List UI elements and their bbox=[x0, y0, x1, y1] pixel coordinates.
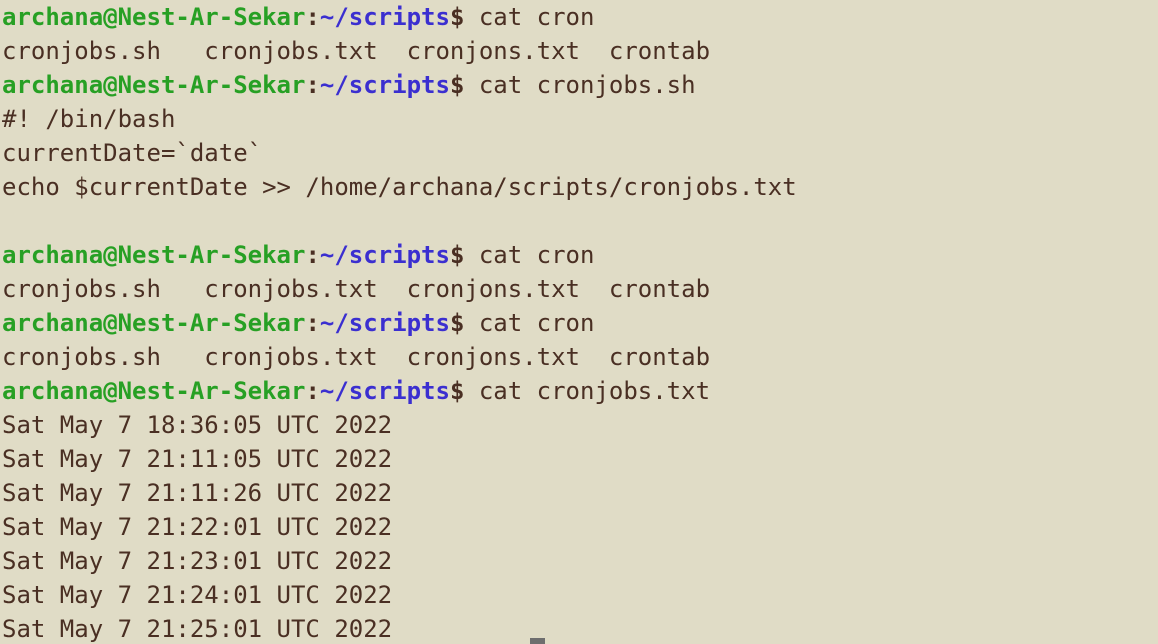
output-line: Sat May 7 21:11:26 UTC 2022 bbox=[2, 476, 1158, 510]
prompt-line: archana@Nest-Ar-Sekar:~/scripts$ cat cro… bbox=[2, 68, 1158, 102]
prompt-path: ~/scripts bbox=[319, 241, 450, 269]
prompt-symbol: $ bbox=[449, 71, 479, 99]
prompt-user-host: archana@Nest-Ar-Sekar bbox=[2, 309, 306, 337]
output-line: Sat May 7 21:25:01 UTC 2022 bbox=[2, 612, 1158, 644]
prompt-line: archana@Nest-Ar-Sekar:~/scripts$ cat cro… bbox=[2, 306, 1158, 340]
output-text: echo $currentDate >> /home/archana/scrip… bbox=[2, 173, 797, 201]
output-text: Sat May 7 21:24:01 UTC 2022 bbox=[2, 581, 393, 609]
prompt-path: ~/scripts bbox=[319, 71, 450, 99]
prompt-line: archana@Nest-Ar-Sekar:~/scripts$ cat cro… bbox=[2, 238, 1158, 272]
prompt-user-host: archana@Nest-Ar-Sekar bbox=[2, 71, 306, 99]
prompt-separator: : bbox=[305, 377, 320, 405]
prompt-user-host: archana@Nest-Ar-Sekar bbox=[2, 377, 306, 405]
output-text: Sat May 7 21:25:01 UTC 2022 bbox=[2, 615, 393, 643]
text-cursor bbox=[530, 638, 545, 644]
command-text: cat cronjobs.txt bbox=[478, 377, 711, 405]
prompt-symbol: $ bbox=[449, 377, 479, 405]
output-line: Sat May 7 21:22:01 UTC 2022 bbox=[2, 510, 1158, 544]
output-text: Sat May 7 21:22:01 UTC 2022 bbox=[2, 513, 393, 541]
output-text: cronjobs.sh cronjobs.txt cronjons.txt cr… bbox=[2, 275, 711, 303]
prompt-line: archana@Nest-Ar-Sekar:~/scripts$ cat cro… bbox=[2, 0, 1158, 34]
command-text: cat cron bbox=[478, 241, 595, 269]
prompt-symbol: $ bbox=[449, 241, 479, 269]
command-text: cat cron bbox=[478, 309, 595, 337]
output-line: Sat May 7 21:11:05 UTC 2022 bbox=[2, 442, 1158, 476]
prompt-symbol: $ bbox=[449, 309, 479, 337]
output-line: cronjobs.sh cronjobs.txt cronjons.txt cr… bbox=[2, 340, 1158, 374]
prompt-path: ~/scripts bbox=[319, 3, 450, 31]
output-line: cronjobs.sh cronjobs.txt cronjons.txt cr… bbox=[2, 34, 1158, 68]
terminal-output: archana@Nest-Ar-Sekar:~/scripts$ cat cro… bbox=[2, 0, 1158, 644]
output-text: Sat May 7 21:23:01 UTC 2022 bbox=[2, 547, 393, 575]
prompt-separator: : bbox=[305, 71, 320, 99]
prompt-separator: : bbox=[305, 3, 320, 31]
output-text: #! /bin/bash bbox=[2, 105, 176, 133]
output-line: #! /bin/bash bbox=[2, 102, 1158, 136]
prompt-path: ~/scripts bbox=[319, 377, 450, 405]
output-text: Sat May 7 18:36:05 UTC 2022 bbox=[2, 411, 393, 439]
output-text: cronjobs.sh cronjobs.txt cronjons.txt cr… bbox=[2, 37, 711, 65]
terminal-window[interactable]: archana@Nest-Ar-Sekar:~/scripts$ cat cro… bbox=[0, 0, 1158, 644]
output-line: Sat May 7 21:24:01 UTC 2022 bbox=[2, 578, 1158, 612]
output-line: echo $currentDate >> /home/archana/scrip… bbox=[2, 170, 1158, 204]
prompt-separator: : bbox=[305, 309, 320, 337]
prompt-user-host: archana@Nest-Ar-Sekar bbox=[2, 3, 306, 31]
command-text: cat cronjobs.sh bbox=[478, 71, 696, 99]
output-text: currentDate=`date` bbox=[2, 139, 263, 167]
prompt-line: archana@Nest-Ar-Sekar:~/scripts$ cat cro… bbox=[2, 374, 1158, 408]
output-text: Sat May 7 21:11:05 UTC 2022 bbox=[2, 445, 393, 473]
output-line: cronjobs.sh cronjobs.txt cronjons.txt cr… bbox=[2, 272, 1158, 306]
output-line: currentDate=`date` bbox=[2, 136, 1158, 170]
prompt-path: ~/scripts bbox=[319, 309, 450, 337]
prompt-symbol: $ bbox=[449, 3, 479, 31]
prompt-user-host: archana@Nest-Ar-Sekar bbox=[2, 241, 306, 269]
output-text: Sat May 7 21:11:26 UTC 2022 bbox=[2, 479, 393, 507]
output-line: Sat May 7 21:23:01 UTC 2022 bbox=[2, 544, 1158, 578]
prompt-separator: : bbox=[305, 241, 320, 269]
command-text: cat cron bbox=[478, 3, 595, 31]
output-text: cronjobs.sh cronjobs.txt cronjons.txt cr… bbox=[2, 343, 711, 371]
output-line: Sat May 7 18:36:05 UTC 2022 bbox=[2, 408, 1158, 442]
